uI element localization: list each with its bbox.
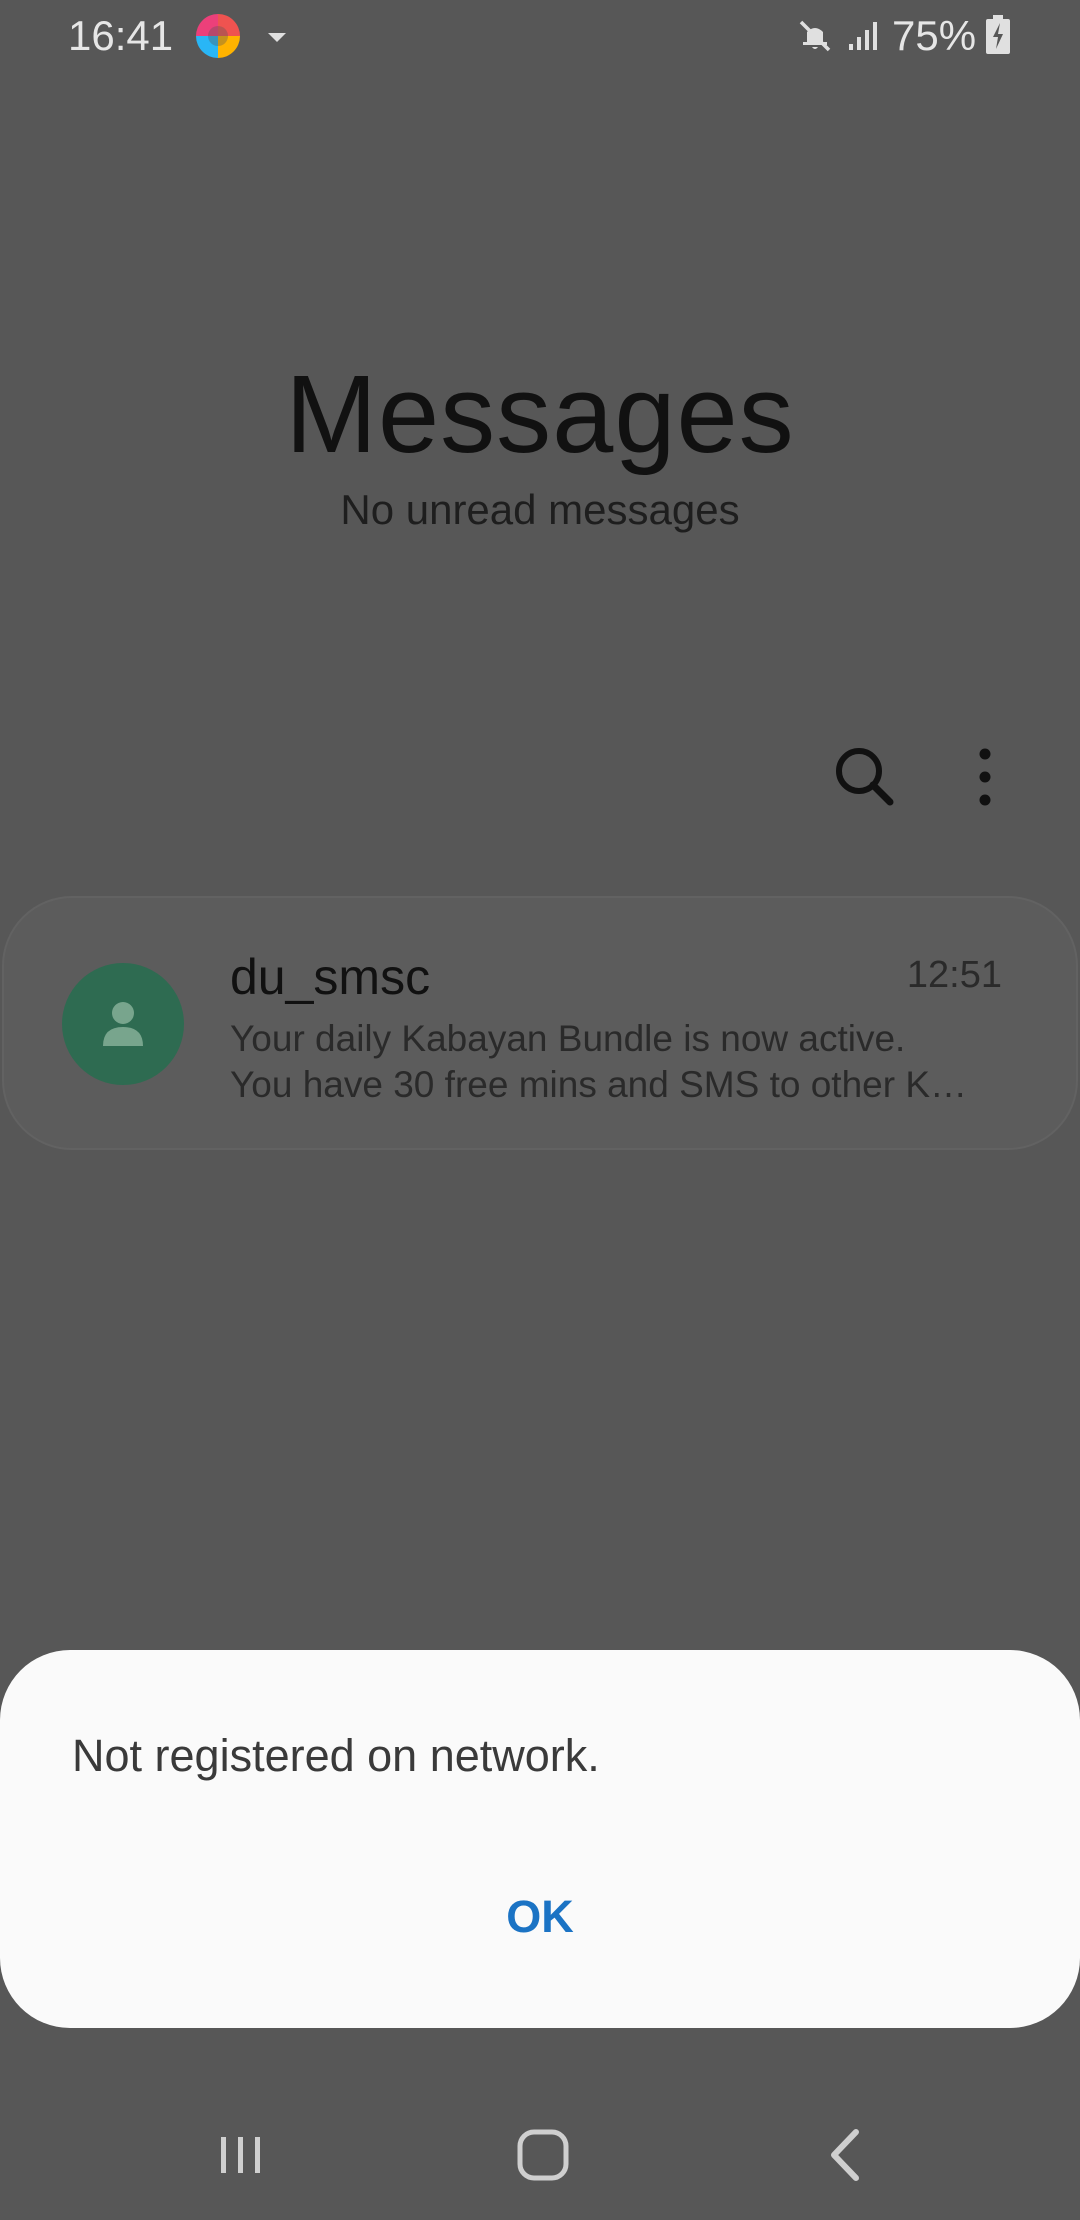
app-logo-icon [196, 14, 240, 58]
ok-button[interactable]: OK [440, 1872, 640, 1962]
status-bar: 16:41 75% [0, 0, 1080, 74]
battery-charging-icon [986, 15, 1010, 54]
search-icon[interactable] [832, 744, 898, 810]
battery-percentage: 75% [892, 12, 977, 59]
conversation-item[interactable]: du_smsc 12:51 Your daily Kabayan Bundle … [2, 896, 1078, 1150]
header: Messages No unread messages [0, 350, 1080, 534]
signal-icon [849, 22, 877, 50]
mute-icon [799, 20, 831, 52]
navigation-bar [0, 2090, 1080, 2220]
conversation-time: 12:51 [906, 954, 1002, 996]
avatar [62, 963, 184, 1085]
dialog-message: Not registered on network. [72, 1730, 600, 1781]
unread-status: No unread messages [340, 486, 740, 533]
home-icon[interactable] [498, 2110, 588, 2200]
back-icon[interactable] [800, 2110, 890, 2200]
more-options-icon[interactable] [960, 744, 1010, 810]
recents-icon[interactable] [196, 2110, 286, 2200]
page-title: Messages [285, 353, 795, 476]
alert-dialog: Not registered on network. OK [0, 1650, 1080, 2028]
conversation-sender: du_smsc [230, 949, 431, 1005]
status-time: 16:41 [68, 12, 174, 59]
preview-line: You have 30 free mins and SMS to other K… [230, 1064, 968, 1105]
dropdown-icon [268, 33, 286, 42]
person-icon [103, 1002, 143, 1046]
preview-line: Your daily Kabayan Bundle is now active. [230, 1018, 906, 1059]
conversation-preview: Your daily Kabayan Bundle is now active.… [230, 1016, 998, 1108]
